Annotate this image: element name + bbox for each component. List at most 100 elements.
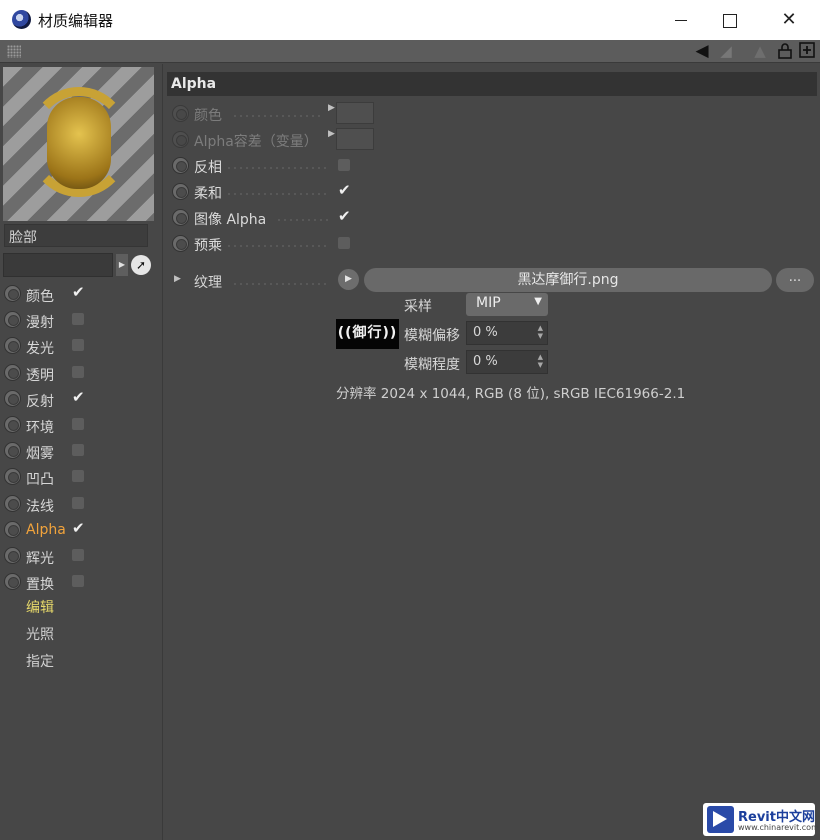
blur-scale-value: 0 % bbox=[473, 354, 498, 369]
expand-arrow-icon[interactable]: ▶ bbox=[328, 103, 335, 113]
channel-item[interactable]: 漫射 bbox=[4, 309, 94, 331]
animate-radio[interactable] bbox=[4, 389, 21, 407]
sampling-label: 采样 bbox=[404, 299, 432, 315]
channel-checkbox[interactable]: ✔ bbox=[72, 389, 85, 404]
material-name-field[interactable]: 脸部 bbox=[4, 224, 148, 247]
texture-file-button[interactable]: 黑达摩御行.png bbox=[364, 268, 772, 292]
preview-emblem bbox=[47, 97, 111, 189]
sampling-select[interactable]: MIP ▼ bbox=[466, 293, 548, 316]
search-expand-arrow-icon[interactable]: ▶ bbox=[116, 254, 128, 276]
channel-item[interactable]: 环境 bbox=[4, 414, 94, 436]
channel-checkbox[interactable] bbox=[72, 575, 84, 588]
subtab-illumination[interactable]: 光照 bbox=[26, 624, 54, 644]
expand-arrow-icon[interactable]: ▶ bbox=[328, 129, 335, 139]
channel-checkbox[interactable]: ✔ bbox=[72, 285, 85, 300]
animate-radio[interactable] bbox=[4, 442, 21, 460]
animate-radio[interactable] bbox=[172, 131, 189, 148]
animate-radio[interactable] bbox=[4, 337, 21, 355]
texture-resolution-info: 分辨率 2024 x 1044, RGB (8 位), sRGB IEC6196… bbox=[336, 386, 686, 402]
stepper-icon[interactable]: ▲ ▼ bbox=[538, 353, 543, 369]
leader-dots bbox=[226, 245, 330, 247]
channel-search-input[interactable] bbox=[3, 253, 113, 277]
back-arrow-icon[interactable]: ◀ bbox=[692, 42, 712, 61]
texture-thumbnail[interactable]: ((御行)) bbox=[336, 319, 399, 349]
channel-panel: 脸部 ▶ ➚ 颜色 ✔ 漫射发光透明反射 ✔ 环境烟雾凹凸法线 Alpha ✔ 辉光置换 编辑… bbox=[0, 64, 163, 840]
channel-item[interactable]: 反射 ✔ bbox=[4, 388, 94, 410]
channel-item[interactable]: 置换 bbox=[4, 571, 94, 593]
animate-radio[interactable] bbox=[4, 573, 21, 591]
close-button[interactable]: ✕ bbox=[766, 4, 812, 36]
channel-checkbox[interactable] bbox=[72, 339, 84, 352]
subtab-edit[interactable]: 编辑 bbox=[26, 597, 54, 617]
channel-item[interactable]: 烟雾 bbox=[4, 440, 94, 462]
subtab-assign[interactable]: 指定 bbox=[26, 651, 54, 671]
grip-icon[interactable] bbox=[7, 45, 21, 58]
up-arrow-icon[interactable]: ▲ bbox=[750, 42, 770, 61]
channel-item[interactable]: 凹凸 bbox=[4, 466, 94, 488]
animate-radio[interactable] bbox=[4, 416, 21, 433]
animate-radio[interactable] bbox=[172, 105, 189, 122]
channel-checkbox[interactable] bbox=[72, 549, 84, 561]
new-window-icon[interactable] bbox=[797, 42, 817, 61]
param-premultiply: 预乘 bbox=[172, 231, 652, 255]
channel-label: 发光 bbox=[26, 341, 54, 358]
animate-radio[interactable] bbox=[4, 494, 21, 512]
animate-radio[interactable] bbox=[4, 363, 21, 381]
maximize-button[interactable] bbox=[706, 4, 752, 36]
color-swatch[interactable] bbox=[336, 102, 374, 124]
animate-radio[interactable] bbox=[4, 468, 21, 486]
animate-radio[interactable] bbox=[4, 311, 21, 329]
lock-icon[interactable] bbox=[775, 42, 795, 61]
channel-label: 环境 bbox=[26, 420, 54, 436]
channel-item[interactable]: 法线 bbox=[4, 493, 94, 515]
blur-offset-field[interactable]: 0 % ▲ ▼ bbox=[466, 321, 548, 345]
animate-radio[interactable] bbox=[4, 520, 21, 538]
param-label: 颜色 bbox=[194, 108, 222, 124]
param-alpha-tolerance: Alpha容差（变量） ▶ bbox=[172, 127, 652, 151]
attribute-panel: Alpha 颜色 ▶ Alpha容差（变量） ▶ 反相 柔和 ✔ 图像 Alph… bbox=[164, 64, 820, 840]
animate-radio[interactable] bbox=[172, 157, 189, 174]
animate-radio[interactable] bbox=[172, 209, 189, 226]
invert-checkbox[interactable] bbox=[338, 159, 350, 171]
param-label: Alpha容差（变量） bbox=[194, 134, 318, 150]
animate-radio[interactable] bbox=[4, 547, 21, 564]
channel-label: 漫射 bbox=[26, 315, 54, 332]
leader-dots bbox=[276, 219, 330, 221]
animate-radio[interactable] bbox=[172, 183, 189, 200]
channel-item[interactable]: Alpha ✔ bbox=[4, 519, 94, 541]
channel-item[interactable]: 辉光 bbox=[4, 545, 94, 567]
stepper-icon[interactable]: ▲ ▼ bbox=[538, 324, 543, 340]
texture-expand-arrow-icon[interactable]: ▶ bbox=[174, 274, 181, 284]
tolerance-swatch[interactable] bbox=[336, 128, 374, 150]
title-bar: 材质编辑器 ✕ bbox=[0, 0, 820, 40]
animate-radio[interactable] bbox=[172, 235, 189, 252]
channel-label: Alpha bbox=[26, 521, 66, 538]
channel-checkbox[interactable] bbox=[72, 470, 84, 483]
channel-item[interactable]: 透明 bbox=[4, 362, 94, 384]
channel-item[interactable]: 发光 bbox=[4, 335, 94, 357]
param-label: 图像 Alpha bbox=[194, 212, 267, 228]
channel-label: 法线 bbox=[26, 498, 54, 515]
sampling-value: MIP bbox=[476, 295, 501, 311]
leader-dots bbox=[232, 115, 324, 117]
soft-checkbox[interactable]: ✔ bbox=[338, 183, 351, 198]
forward-arrow-icon[interactable]: ◢ bbox=[716, 42, 736, 61]
channel-checkbox[interactable] bbox=[72, 444, 84, 457]
channel-checkbox[interactable] bbox=[72, 365, 84, 378]
channel-item[interactable]: 颜色 ✔ bbox=[4, 283, 94, 305]
channel-label: 反射 bbox=[26, 393, 54, 410]
animate-radio[interactable] bbox=[4, 285, 21, 302]
blur-scale-field[interactable]: 0 % ▲ ▼ bbox=[466, 350, 548, 374]
channel-label: 辉光 bbox=[26, 551, 54, 567]
premultiply-checkbox[interactable] bbox=[338, 237, 350, 249]
channel-checkbox[interactable] bbox=[72, 313, 84, 326]
texture-browse-button[interactable]: ... bbox=[776, 268, 814, 292]
pick-cursor-icon[interactable]: ➚ bbox=[131, 255, 151, 275]
minimize-button[interactable] bbox=[658, 4, 704, 36]
channel-checkbox[interactable] bbox=[72, 496, 84, 509]
texture-menu-arrow-icon[interactable]: ▶ bbox=[338, 269, 359, 290]
material-preview[interactable] bbox=[3, 67, 154, 221]
image-alpha-checkbox[interactable]: ✔ bbox=[338, 209, 351, 224]
channel-checkbox[interactable] bbox=[72, 418, 84, 430]
channel-checkbox[interactable]: ✔ bbox=[72, 520, 85, 535]
